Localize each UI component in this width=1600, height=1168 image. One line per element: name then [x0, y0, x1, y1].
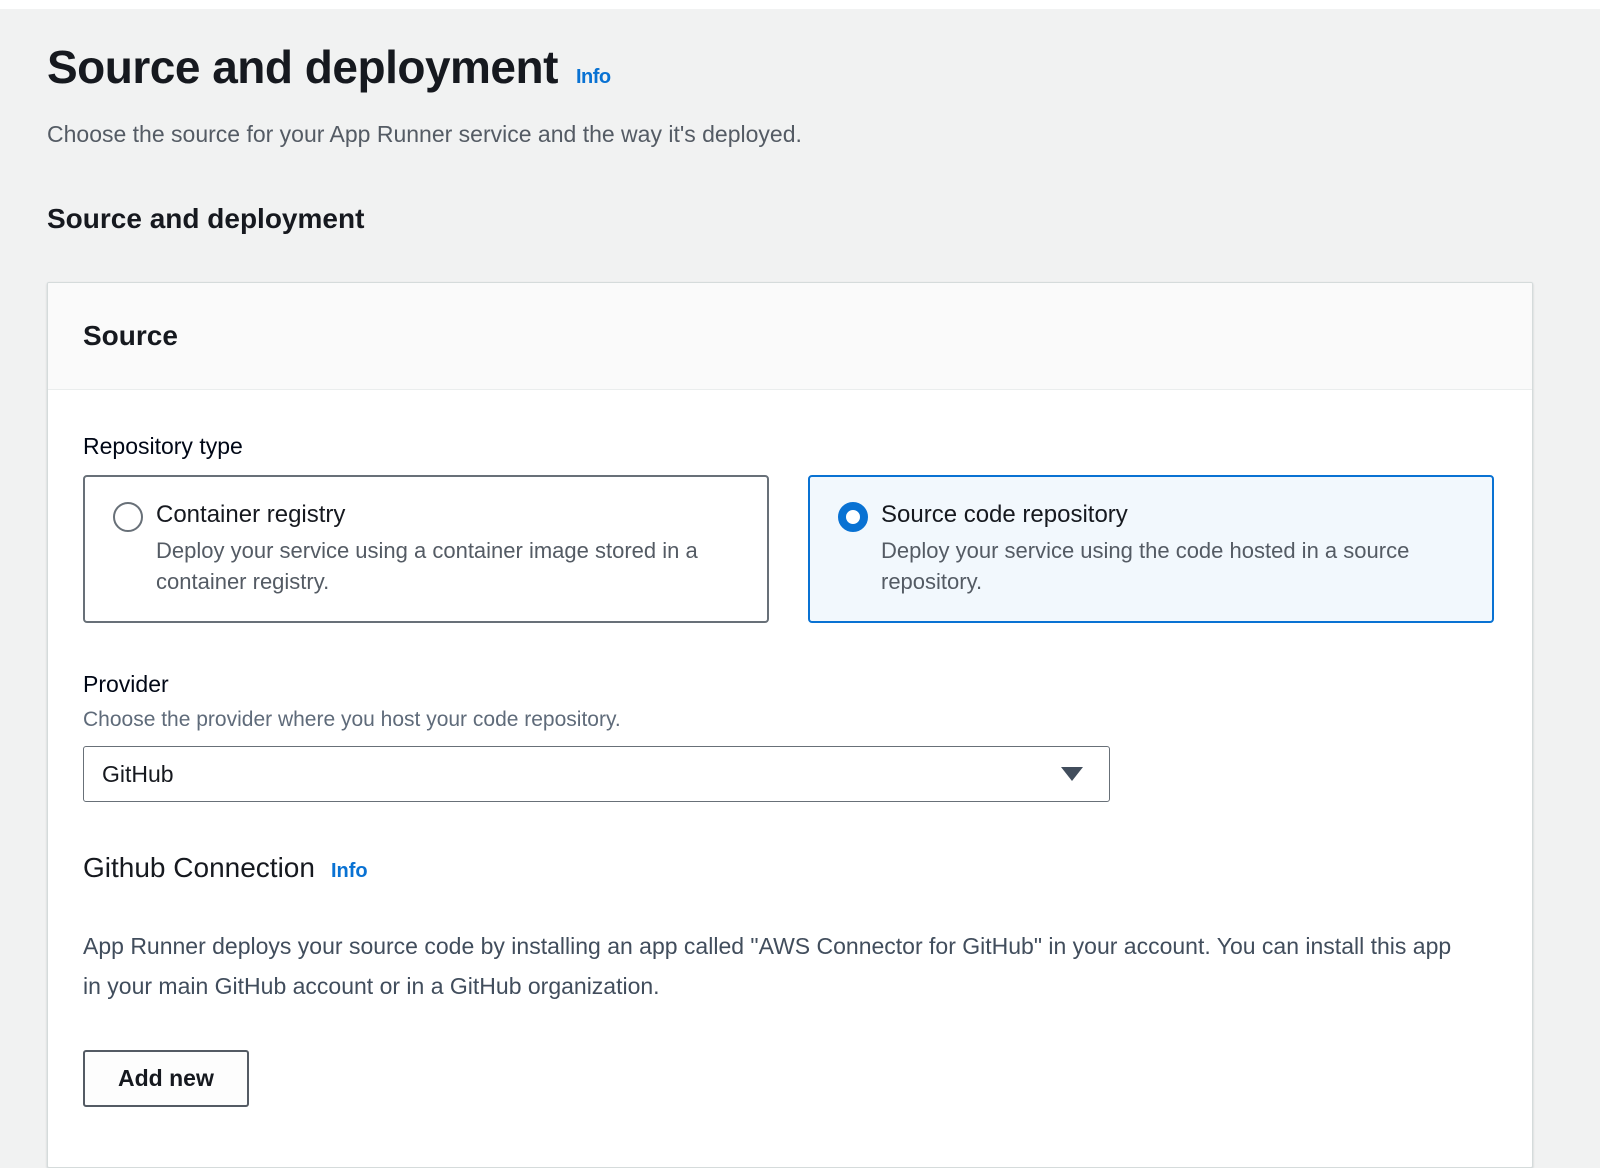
tile-description: Deploy your service using the code hoste…	[881, 535, 1441, 597]
source-card-title: Source	[83, 320, 1492, 352]
source-card: Source Repository type Container registr…	[47, 282, 1533, 1168]
page-subtitle: Choose the source for your App Runner se…	[47, 118, 1533, 150]
dropdown-caret-icon	[1061, 767, 1083, 781]
provider-select-value: GitHub	[102, 761, 174, 788]
source-card-body: Repository type Container registry Deplo…	[48, 390, 1532, 1167]
main-content: Source and deployment Info Choose the sou…	[0, 39, 1600, 1168]
source-card-header: Source	[48, 283, 1532, 390]
provider-description: Choose the provider where you host your …	[83, 706, 1494, 734]
radio-selected-icon[interactable]	[838, 502, 868, 532]
radio-unselected-icon[interactable]	[113, 502, 143, 532]
tile-title: Source code repository	[881, 499, 1441, 531]
repository-type-tiles: Container registry Deploy your service u…	[83, 475, 1494, 623]
page-title-text: Source and deployment	[47, 41, 558, 93]
tile-title: Container registry	[156, 499, 716, 531]
github-connection-info-link[interactable]: Info	[331, 860, 368, 882]
github-connection-description: App Runner deploys your source code by i…	[83, 926, 1461, 1006]
tile-description: Deploy your service using a container im…	[156, 535, 716, 597]
provider-label: Provider	[83, 669, 1494, 699]
top-strip	[0, 0, 1600, 9]
repository-type-label: Repository type	[83, 431, 1494, 461]
tile-text: Source code repository Deploy your servi…	[881, 499, 1441, 597]
github-connection-heading-text: Github Connection	[83, 852, 315, 883]
github-connection-heading: Github Connection Info	[83, 852, 1494, 884]
page-title: Source and deployment Info	[47, 39, 1533, 105]
radio-tile-container-registry[interactable]: Container registry Deploy your service u…	[83, 475, 769, 623]
page-title-info-link[interactable]: Info	[576, 66, 611, 88]
tile-text: Container registry Deploy your service u…	[156, 499, 716, 597]
section-heading: Source and deployment	[47, 203, 1533, 235]
provider-select[interactable]: GitHub	[83, 746, 1110, 802]
add-new-button[interactable]: Add new	[83, 1050, 249, 1107]
radio-tile-source-code-repository[interactable]: Source code repository Deploy your servi…	[808, 475, 1494, 623]
